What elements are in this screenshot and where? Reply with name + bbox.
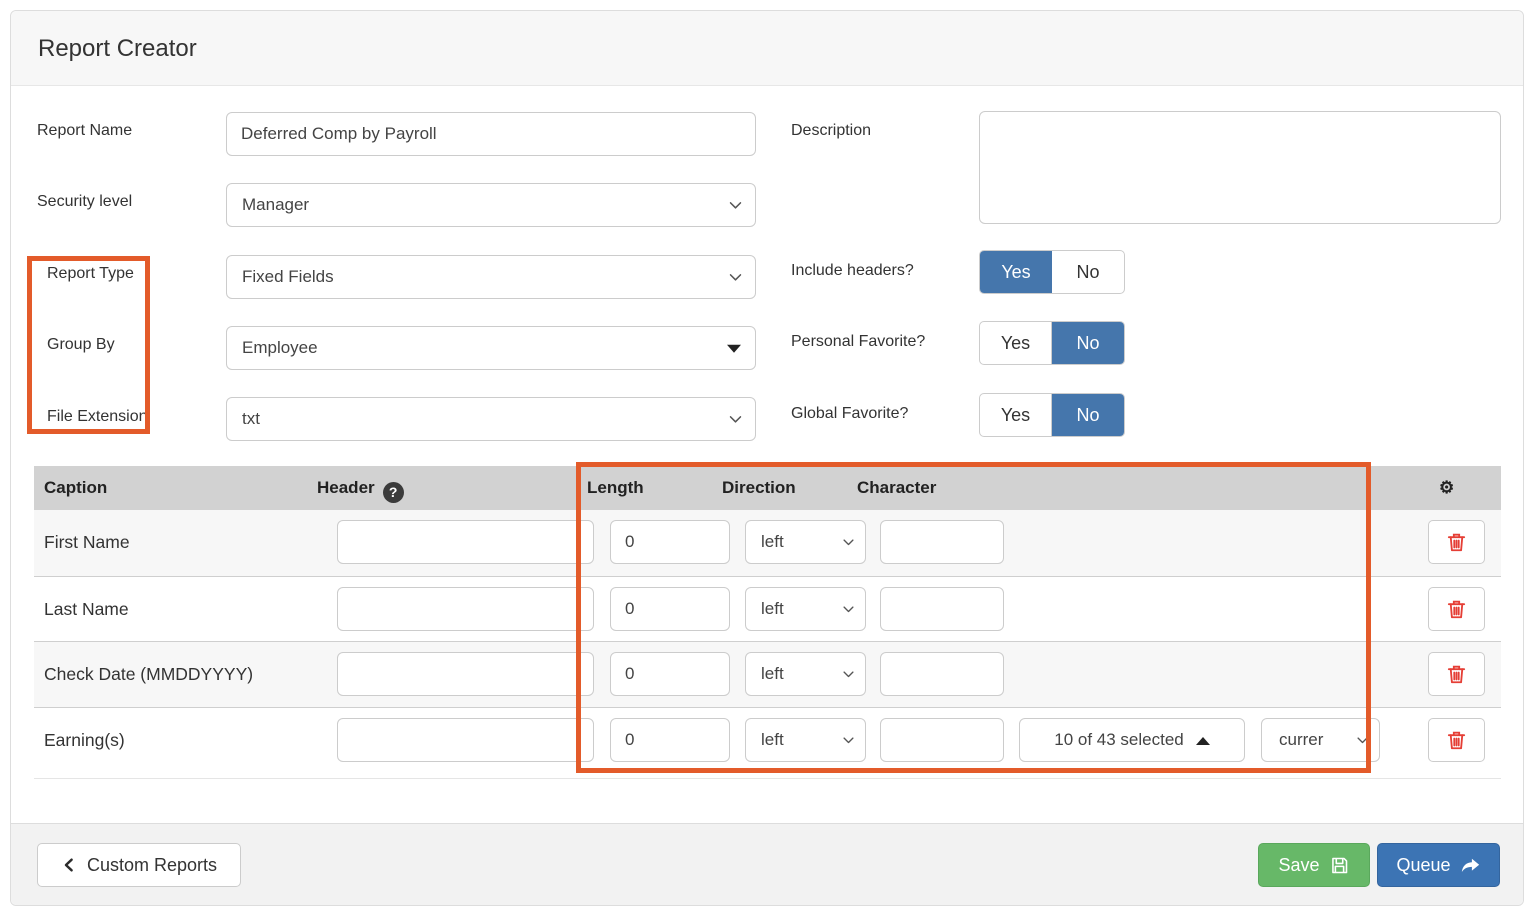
table-row-check-date: Check Date (MMDDYYYY) left bbox=[34, 641, 1501, 707]
chevron-down-icon bbox=[727, 269, 744, 286]
direction-select[interactable]: left bbox=[745, 520, 866, 564]
security-level-select[interactable]: Manager bbox=[226, 183, 756, 227]
global-favorite-toggle: Yes No bbox=[979, 393, 1125, 437]
include-headers-no-button[interactable]: No bbox=[1052, 251, 1124, 293]
direction-select[interactable]: left bbox=[745, 652, 866, 696]
gear-icon[interactable]: ⚙ bbox=[1439, 466, 1454, 510]
panel-footer: Custom Reports Save Queue bbox=[11, 823, 1523, 905]
personal-favorite-label: Personal Favorite? bbox=[791, 333, 925, 351]
chevron-down-icon bbox=[727, 197, 744, 214]
length-input[interactable] bbox=[610, 718, 730, 762]
row-caption: Last Name bbox=[44, 587, 129, 631]
length-input[interactable] bbox=[610, 520, 730, 564]
global-favorite-yes-button[interactable]: Yes bbox=[980, 394, 1052, 436]
delete-row-button[interactable] bbox=[1428, 520, 1485, 564]
header-input[interactable] bbox=[337, 587, 594, 631]
personal-favorite-no-button[interactable]: No bbox=[1052, 322, 1124, 364]
caption-column-header: Caption bbox=[44, 466, 107, 510]
report-name-label: Report Name bbox=[37, 122, 132, 140]
row-caption: Earning(s) bbox=[44, 718, 125, 762]
caret-up-icon bbox=[1196, 737, 1210, 745]
trash-icon bbox=[1445, 530, 1468, 554]
character-input[interactable] bbox=[880, 718, 1004, 762]
fields-table-header: Caption Header? Length Direction Charact… bbox=[34, 466, 1501, 510]
file-extension-value: txt bbox=[242, 409, 260, 429]
earnings-multiselect[interactable]: 10 of 43 selected bbox=[1019, 718, 1245, 762]
header-column-header: Header? bbox=[317, 466, 404, 510]
chevron-down-icon bbox=[841, 602, 856, 617]
direction-select[interactable]: left bbox=[745, 587, 866, 631]
page-title: Report Creator bbox=[38, 11, 197, 86]
length-input[interactable] bbox=[610, 587, 730, 631]
direction-select[interactable]: left bbox=[745, 718, 866, 762]
character-input[interactable] bbox=[880, 587, 1004, 631]
description-textarea[interactable] bbox=[979, 111, 1501, 224]
panel-heading: Report Creator bbox=[11, 11, 1523, 86]
table-row-first-name: First Name left bbox=[34, 510, 1501, 576]
direction-column-header: Direction bbox=[722, 466, 796, 510]
character-input[interactable] bbox=[880, 520, 1004, 564]
include-headers-yes-button[interactable]: Yes bbox=[980, 251, 1052, 293]
report-type-value: Fixed Fields bbox=[242, 267, 334, 287]
file-extension-label: File Extension bbox=[47, 408, 148, 426]
header-input[interactable] bbox=[337, 520, 594, 564]
table-row-last-name: Last Name left bbox=[34, 576, 1501, 641]
trash-icon bbox=[1445, 728, 1468, 752]
report-name-input[interactable] bbox=[226, 112, 756, 156]
security-level-value: Manager bbox=[242, 195, 309, 215]
chevron-left-icon bbox=[61, 856, 78, 874]
caret-down-icon bbox=[727, 345, 741, 353]
length-input[interactable] bbox=[610, 652, 730, 696]
table-row-earnings: Earning(s) left 10 of 43 selected currer bbox=[34, 707, 1501, 779]
file-extension-select[interactable]: txt bbox=[226, 397, 756, 441]
personal-favorite-yes-button[interactable]: Yes bbox=[980, 322, 1052, 364]
custom-reports-button[interactable]: Custom Reports bbox=[37, 843, 241, 887]
chevron-down-icon bbox=[841, 535, 856, 550]
description-label: Description bbox=[791, 122, 871, 140]
header-input[interactable] bbox=[337, 718, 594, 762]
length-column-header: Length bbox=[587, 466, 644, 510]
chevron-down-icon bbox=[841, 667, 856, 682]
include-headers-toggle: Yes No bbox=[979, 250, 1125, 294]
report-type-select[interactable]: Fixed Fields bbox=[226, 255, 756, 299]
report-creator-page: Report Creator Report Name Security leve… bbox=[0, 0, 1534, 916]
character-column-header: Character bbox=[857, 466, 936, 510]
character-input[interactable] bbox=[880, 652, 1004, 696]
delete-row-button[interactable] bbox=[1428, 652, 1485, 696]
queue-button[interactable]: Queue bbox=[1377, 843, 1500, 887]
security-level-label: Security level bbox=[37, 193, 132, 211]
save-button[interactable]: Save bbox=[1258, 843, 1370, 887]
chevron-down-icon bbox=[841, 733, 856, 748]
personal-favorite-toggle: Yes No bbox=[979, 321, 1125, 365]
delete-row-button[interactable] bbox=[1428, 718, 1485, 762]
question-circle-icon[interactable]: ? bbox=[383, 482, 404, 503]
delete-row-button[interactable] bbox=[1428, 587, 1485, 631]
group-by-dropdown[interactable]: Employee bbox=[226, 326, 756, 370]
report-type-label: Report Type bbox=[47, 265, 134, 283]
global-favorite-label: Global Favorite? bbox=[791, 405, 908, 423]
header-input[interactable] bbox=[337, 652, 594, 696]
row-caption: Check Date (MMDDYYYY) bbox=[44, 652, 253, 696]
earnings-extra-select[interactable]: currer bbox=[1261, 718, 1380, 762]
global-favorite-no-button[interactable]: No bbox=[1052, 394, 1124, 436]
forward-arrow-icon bbox=[1460, 855, 1481, 876]
row-caption: First Name bbox=[44, 520, 130, 564]
chevron-down-icon bbox=[1355, 733, 1370, 748]
include-headers-label: Include headers? bbox=[791, 262, 914, 280]
floppy-disk-icon bbox=[1329, 855, 1350, 876]
report-creator-panel: Report Creator Report Name Security leve… bbox=[10, 10, 1524, 906]
trash-icon bbox=[1445, 662, 1468, 686]
chevron-down-icon bbox=[727, 411, 744, 428]
group-by-label: Group By bbox=[47, 336, 115, 354]
trash-icon bbox=[1445, 597, 1468, 621]
group-by-value: Employee bbox=[242, 338, 318, 358]
